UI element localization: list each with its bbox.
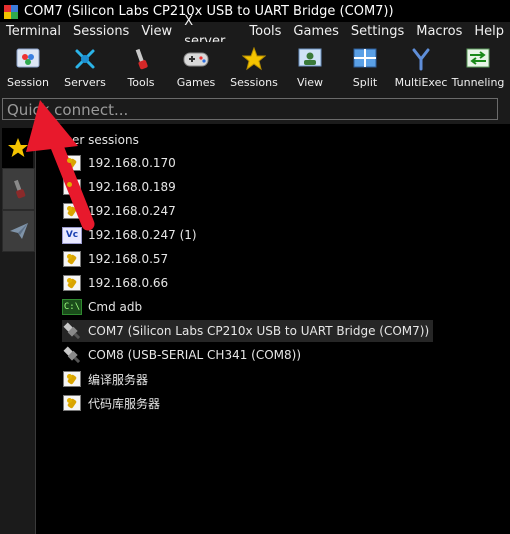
session-item[interactable]: 192.168.0.66 <box>62 272 172 294</box>
session-item[interactable]: COM8 (USB-SERIAL CH341 (COM8)) <box>62 344 305 366</box>
session-item[interactable]: 编译服务器 <box>62 368 152 390</box>
session-item[interactable]: Vc 192.168.0.247 (1) <box>62 224 201 246</box>
sessions-star-icon <box>240 46 268 72</box>
tree-root-user-sessions[interactable]: − User sessions <box>40 130 139 150</box>
session-item[interactable]: C:\ Cmd adb <box>62 296 146 318</box>
app-icon <box>4 4 18 19</box>
split-button[interactable]: Split <box>348 42 382 94</box>
ssh-key-icon <box>62 394 82 412</box>
ssh-key-icon <box>62 154 82 172</box>
title-bar: COM7 (Silicon Labs CP210x USB to UART Br… <box>0 0 510 22</box>
menu-settings[interactable]: Settings <box>345 22 410 42</box>
games-button[interactable]: Games <box>176 42 216 94</box>
menu-sessions[interactable]: Sessions <box>67 22 135 42</box>
tab-sessions[interactable] <box>2 128 33 168</box>
games-icon <box>182 46 210 72</box>
session-button[interactable]: Session <box>6 42 50 94</box>
menu-macros[interactable]: Macros <box>410 22 468 42</box>
menu-bar: Terminal Sessions View X server Tools Ga… <box>0 14 510 49</box>
session-item[interactable]: 192.168.0.247 <box>62 200 180 222</box>
cmd-icon: C:\ <box>62 298 82 316</box>
session-tree: − User sessions 192.168.0.170 192.168.0.… <box>36 124 510 534</box>
vnc-icon: Vc <box>62 226 82 244</box>
menu-games[interactable]: Games <box>287 22 344 42</box>
tools-button[interactable]: Tools <box>122 42 160 94</box>
view-button[interactable]: View <box>292 42 328 94</box>
tab-macros[interactable] <box>2 210 35 252</box>
multiexec-icon <box>407 46 435 72</box>
menu-terminal[interactable]: Terminal <box>0 22 67 42</box>
tunneling-button[interactable]: Tunneling <box>452 42 504 94</box>
serial-plug-icon <box>62 322 82 340</box>
session-item[interactable]: 192.168.0.189 <box>62 176 180 198</box>
serial-plug-icon <box>62 346 82 364</box>
tab-tools[interactable] <box>2 168 35 210</box>
split-icon <box>351 46 379 72</box>
tunneling-icon <box>464 46 492 72</box>
session-item[interactable]: 代码库服务器 <box>62 392 164 414</box>
quick-connect-bar: Quick connect... <box>0 94 510 124</box>
tools-icon <box>127 46 155 72</box>
view-icon <box>296 46 324 72</box>
ssh-key-icon <box>62 250 82 268</box>
multiexec-button[interactable]: MultiExec <box>395 42 447 94</box>
session-icon <box>14 46 42 72</box>
quick-connect-input[interactable]: Quick connect... <box>2 98 498 120</box>
ssh-key-icon <box>62 202 82 220</box>
session-item[interactable]: 192.168.0.57 <box>62 248 172 270</box>
ssh-key-icon <box>62 274 82 292</box>
side-tabs <box>0 124 36 534</box>
star-icon <box>7 138 28 157</box>
menu-help[interactable]: Help <box>468 22 510 42</box>
servers-icon <box>71 46 99 72</box>
menu-view[interactable]: View <box>135 22 178 42</box>
ssh-key-icon <box>62 178 82 196</box>
paper-plane-icon <box>9 223 28 239</box>
servers-button[interactable]: Servers <box>62 42 108 94</box>
toolbar: Session Servers Tools Games Sessions Vie… <box>0 42 510 94</box>
session-item-selected[interactable]: COM7 (Silicon Labs CP210x USB to UART Br… <box>62 320 434 342</box>
collapse-icon[interactable]: − <box>40 134 51 146</box>
menu-tools[interactable]: Tools <box>243 22 287 42</box>
tools-icon <box>13 179 25 199</box>
session-item[interactable]: 192.168.0.170 <box>62 152 180 174</box>
ssh-key-icon <box>62 370 82 388</box>
sessions-button[interactable]: Sessions <box>230 42 278 94</box>
